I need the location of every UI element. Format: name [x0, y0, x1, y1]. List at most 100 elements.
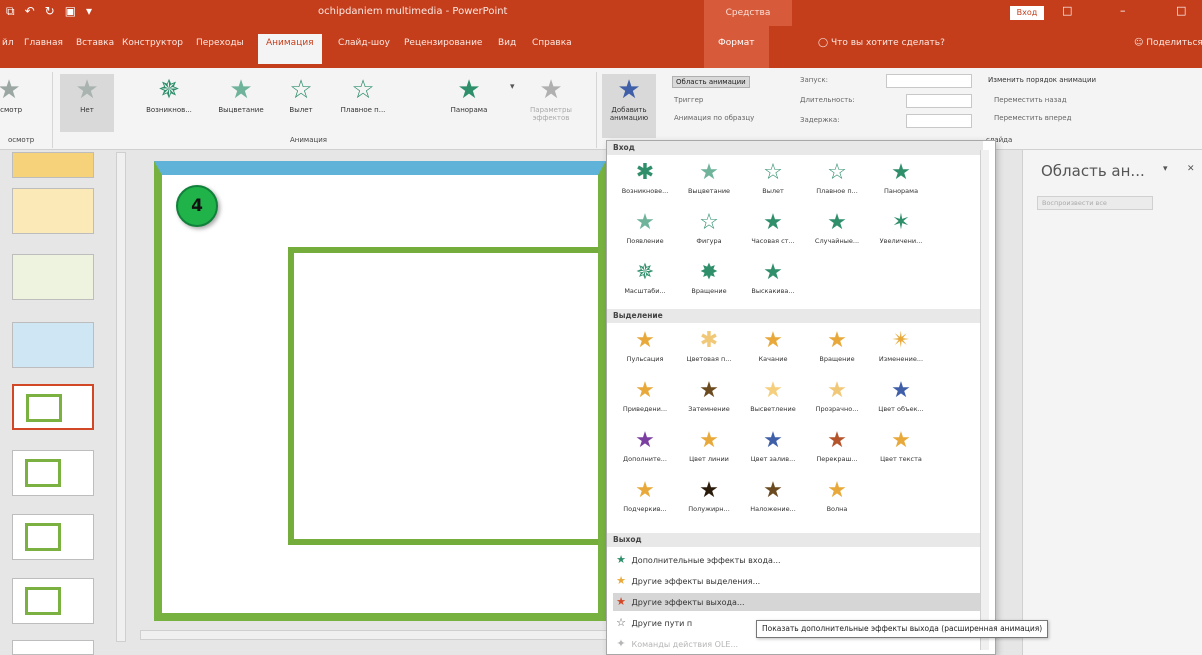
slide-horizontal-scrollbar[interactable] — [140, 630, 610, 640]
signin-button[interactable]: Вход — [1010, 6, 1044, 20]
gallery-scroll-icon[interactable]: ▾ — [510, 82, 515, 92]
effect-label: Часовая ст... — [751, 237, 795, 245]
tab-slideshow[interactable]: Слайд-шоу — [338, 38, 390, 48]
effect-label: Цвет залив... — [750, 455, 796, 463]
tab-format[interactable]: Формат — [704, 26, 769, 68]
preview-button[interactable]: ★ осмотр — [0, 74, 36, 132]
animation-effect-button[interactable]: ★ Панорама — [869, 159, 933, 209]
minimize-icon[interactable]: – — [1120, 4, 1126, 17]
animation-effect-button[interactable]: ★ Цвет линии — [677, 427, 741, 477]
animation-effect-button[interactable]: ★ Появление — [613, 209, 677, 259]
trigger-button[interactable]: Триггер — [674, 96, 703, 104]
animation-effect-button[interactable]: ★ Приведени... — [613, 377, 677, 427]
present-icon[interactable]: ▣ — [65, 4, 76, 19]
animation-effect-button[interactable]: ★ Часовая ст... — [741, 209, 805, 259]
customize-qat-icon[interactable]: ▾ — [86, 4, 92, 19]
play-all-button[interactable]: Воспроизвести все — [1037, 196, 1153, 210]
animation-effect-button[interactable]: ✱ Возникнове... — [613, 159, 677, 209]
effect-float-button[interactable]: ☆ Плавное п... — [336, 74, 390, 132]
animation-effect-button[interactable]: ✶ Увеличени... — [869, 209, 933, 259]
close-icon[interactable]: ✕ — [1187, 164, 1195, 174]
gallery-scrollbar[interactable] — [980, 150, 989, 650]
more-entrance-effects-item[interactable]: ★ Дополнительные эффекты входа... — [613, 551, 983, 569]
slide-thumbnail[interactable]: 2 — [12, 188, 94, 234]
slide-thumbnail-selected[interactable]: 5 — [12, 384, 94, 430]
animation-effect-button[interactable]: ★ Полужирн... — [677, 477, 741, 527]
undo-icon[interactable]: ↶ — [25, 4, 35, 19]
tab-animations[interactable]: Анимация — [258, 34, 322, 64]
green-frame-shape[interactable] — [288, 247, 598, 545]
animation-effect-button[interactable]: ★ Цвет объек... — [869, 377, 933, 427]
animation-effect-button[interactable]: ★ Дополните... — [613, 427, 677, 477]
more-exit-effects-item[interactable]: ★ Другие эффекты выхода... — [613, 593, 983, 611]
tab-help[interactable]: Справка — [532, 38, 572, 48]
slide-thumbnail[interactable]: 1 — [12, 152, 94, 178]
animation-pane-button[interactable]: Область анимации — [672, 76, 750, 88]
animation-effect-button[interactable]: ✵ Масштаби... — [613, 259, 677, 309]
slide-thumbnail[interactable]: 4 — [12, 322, 94, 368]
save-icon[interactable]: ⧉ — [6, 4, 15, 19]
add-animation-button[interactable]: ★ Добавить анимацию — [602, 74, 656, 138]
start-select[interactable] — [886, 74, 972, 88]
lightbulb-icon: ◯ — [818, 38, 829, 48]
animation-effect-button[interactable]: ★ Случайные... — [805, 209, 869, 259]
current-slide[interactable]: 4 — [154, 161, 606, 621]
delay-input[interactable] — [906, 114, 972, 128]
effect-appear-button[interactable]: ✵ Возникнов... — [142, 74, 196, 132]
effect-flyin-button[interactable]: ☆ Вылет — [274, 74, 328, 132]
tell-me-search[interactable]: ◯ Что вы хотите сделать? — [818, 38, 945, 48]
animation-effect-button[interactable]: ★ Перекраш... — [805, 427, 869, 477]
reorder-label: Изменить порядок анимации — [988, 76, 1097, 84]
animation-painter-button[interactable]: Анимация по образцу — [674, 114, 754, 122]
animation-effect-button[interactable]: ☆ Плавное п... — [805, 159, 869, 209]
animation-effect-button[interactable]: ★ Выцветание — [677, 159, 741, 209]
animation-effect-button[interactable]: ★ Выскакива... — [741, 259, 805, 309]
animation-effect-button[interactable]: ★ Цвет текста — [869, 427, 933, 477]
duration-input[interactable] — [906, 94, 972, 108]
slide-thumbnail[interactable]: 3 — [12, 254, 94, 300]
share-button[interactable]: ☺ Поделиться — [1134, 38, 1202, 48]
slide-thumbnail[interactable]: 8 — [12, 578, 94, 624]
start-label: Запуск: — [800, 76, 828, 84]
animation-effect-button[interactable]: ★ Пульсация — [613, 327, 677, 377]
tab-review[interactable]: Рецензирование — [404, 38, 482, 48]
ribbon-display-icon[interactable]: □ — [1062, 4, 1072, 17]
slide-thumbnail[interactable]: 6 — [12, 450, 94, 496]
animation-effect-button[interactable]: ★ Волна — [805, 477, 869, 527]
animation-effect-button[interactable]: ★ Высветление — [741, 377, 805, 427]
menu-item-label: Команды действия OLE... — [629, 640, 739, 649]
preview-star-icon: ★ — [0, 75, 21, 105]
animation-effect-button[interactable]: ★ Наложение... — [741, 477, 805, 527]
slide-thumbnail[interactable]: 7 — [12, 514, 94, 560]
animation-effect-button[interactable]: ★ Качание — [741, 327, 805, 377]
animation-effect-button[interactable]: ★ Прозрачно... — [805, 377, 869, 427]
animation-effect-button[interactable]: ★ Цвет залив... — [741, 427, 805, 477]
animation-effect-button[interactable]: ✴ Изменение... — [869, 327, 933, 377]
move-earlier-button[interactable]: Переместить назад — [994, 96, 1067, 104]
tab-file[interactable]: йл — [2, 38, 14, 48]
effect-pan-button[interactable]: ★ Панорама — [442, 74, 496, 132]
more-emphasis-effects-item[interactable]: ★ Другие эффекты выделения... — [613, 572, 983, 590]
animation-effect-button[interactable]: ✱ Цветовая п... — [677, 327, 741, 377]
tab-home[interactable]: Главная — [24, 38, 63, 48]
animation-effect-button[interactable]: ★ Вращение — [805, 327, 869, 377]
tab-view[interactable]: Вид — [498, 38, 516, 48]
move-later-button[interactable]: Переместить вперед — [994, 114, 1071, 122]
tab-design[interactable]: Конструктор — [122, 38, 183, 48]
effect-options-button[interactable]: ★ Параметры эффектов — [524, 74, 578, 132]
tab-transitions[interactable]: Переходы — [196, 38, 244, 48]
thumbnails-scrollbar[interactable] — [116, 152, 126, 642]
redo-icon[interactable]: ↻ — [45, 4, 55, 19]
animation-effect-button[interactable]: ☆ Фигура — [677, 209, 741, 259]
effect-fade-button[interactable]: ★ Выцветание — [214, 74, 268, 132]
animation-effect-button[interactable]: ★ Подчеркив... — [613, 477, 677, 527]
tab-insert[interactable]: Вставка — [76, 38, 114, 48]
effect-none-button[interactable]: ★ Нет — [60, 74, 114, 132]
animation-effect-button[interactable]: ★ Затемнение — [677, 377, 741, 427]
maximize-icon[interactable]: □ — [1176, 4, 1186, 17]
slide-thumbnail[interactable]: 9 — [12, 640, 94, 655]
animation-effect-button[interactable]: ☆ Вылет — [741, 159, 805, 209]
animation-effect-button[interactable]: ✸ Вращение — [677, 259, 741, 309]
pane-options-icon[interactable]: ▾ — [1163, 164, 1168, 174]
effect-label: Выцветание — [218, 106, 264, 114]
